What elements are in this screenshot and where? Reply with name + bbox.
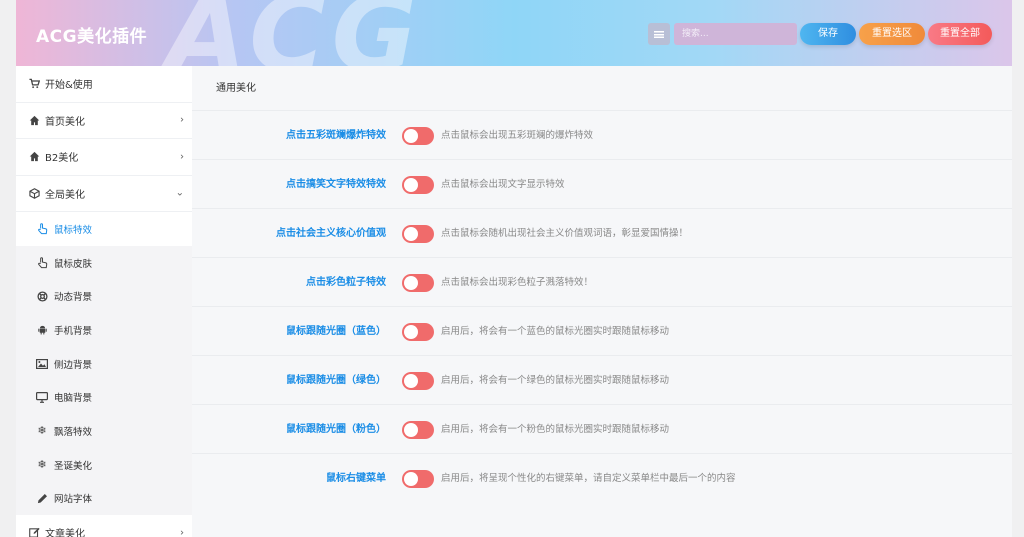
- sidebar-item-b2[interactable]: B2美化 ›: [16, 139, 192, 176]
- brand-title: ACG美化插件: [36, 27, 148, 47]
- sidebar-item-home[interactable]: 首页美化 ›: [16, 103, 192, 139]
- setting-label: 点击彩色粒子特效: [306, 277, 386, 288]
- setting-label: 鼠标跟随光圈（蓝色）: [286, 326, 386, 337]
- setting-label: 鼠标跟随光圈（粉色）: [286, 424, 386, 435]
- setting-row: 点击社会主义核心价值观 点击鼠标会随机出现社会主义价值观词语，彰显爱国情操！: [192, 209, 1012, 258]
- cart-icon: [28, 78, 40, 90]
- android-icon: [36, 324, 48, 336]
- sidebar-subitem-mouse-effects[interactable]: 鼠标特效: [16, 212, 192, 246]
- sidebar-subitem-desktop-bg[interactable]: 电脑背景: [16, 380, 192, 414]
- setting-description: 点击鼠标会出现五彩斑斓的爆炸特效: [441, 130, 594, 141]
- cube-icon: [28, 187, 40, 199]
- sidebar-subitem-label: 圣诞美化: [54, 460, 93, 472]
- setting-description: 启用后，将会有一个蓝色的鼠标光圈实时跟随鼠标移动: [441, 326, 670, 337]
- sidebar-subitem-mobile-bg[interactable]: 手机背景: [16, 313, 192, 347]
- sidebar-subitem-label: 飘落特效: [54, 426, 93, 438]
- sidebar-subitem-dynamic-bg[interactable]: 动态背景: [16, 279, 192, 313]
- setting-toggle[interactable]: [402, 225, 434, 243]
- setting-description: 启用后，将会有一个粉色的鼠标光圈实时跟随鼠标移动: [441, 424, 670, 435]
- pointer-hand-icon: [36, 256, 48, 269]
- setting-toggle[interactable]: [402, 372, 434, 390]
- search-input[interactable]: [674, 23, 797, 45]
- sidebar-subitem-label: 手机背景: [54, 325, 93, 337]
- home-icon: [28, 151, 40, 163]
- sidebar-item-global[interactable]: 全局美化 ⌄: [16, 176, 192, 212]
- pencil-icon: [36, 492, 48, 504]
- setting-row: 点击搞笑文字特效特效 点击鼠标会出现文字显示特效: [192, 160, 1012, 209]
- lifebuoy-icon: [36, 290, 48, 302]
- setting-description: 点击鼠标会出现彩色粒子溅落特效！: [441, 277, 594, 288]
- setting-row: 鼠标跟随光圈（绿色） 启用后，将会有一个绿色的鼠标光圈实时跟随鼠标移动: [192, 356, 1012, 405]
- sidebar-subitem-side-bg[interactable]: 侧边背景: [16, 347, 192, 381]
- image-icon: [36, 358, 48, 370]
- setting-toggle[interactable]: [402, 470, 434, 488]
- sidebar-subitem-font[interactable]: 网站字体: [16, 482, 192, 516]
- setting-row: 鼠标跟随光圈（蓝色） 启用后，将会有一个蓝色的鼠标光圈实时跟随鼠标移动: [192, 307, 1012, 356]
- setting-label: 鼠标跟随光圈（绿色）: [286, 375, 386, 386]
- sidebar-item-label: 全局美化: [45, 189, 85, 201]
- setting-toggle[interactable]: [402, 421, 434, 439]
- header-watermark: ACG: [166, 0, 423, 66]
- setting-description: 点击鼠标会出现文字显示特效: [441, 179, 565, 190]
- setting-description: 启用后，将呈现个性化的右键菜单，请自定义菜单栏中最后一个的内容: [441, 473, 736, 484]
- setting-toggle[interactable]: [402, 176, 434, 194]
- sidebar-subitem-christmas[interactable]: ❄ 圣诞美化: [16, 448, 192, 482]
- setting-row: 鼠标右键菜单 启用后，将呈现个性化的右键菜单，请自定义菜单栏中最后一个的内容: [192, 454, 1012, 503]
- sidebar-subitem-label: 侧边背景: [54, 359, 93, 371]
- sidebar-subitem-label: 鼠标特效: [54, 224, 93, 236]
- chevron-down-icon: ⌄: [175, 187, 184, 199]
- setting-label: 点击搞笑文字特效特效: [286, 179, 386, 190]
- main-content: 通用美化 点击五彩斑斓爆炸特效 点击鼠标会出现五彩斑斓的爆炸特效 点击搞笑文字特…: [192, 66, 1012, 537]
- sidebar-subitem-label: 鼠标皮肤: [54, 258, 93, 270]
- sidebar-subitem-falling[interactable]: ❄ 飘落特效: [16, 414, 192, 448]
- sidebar-item-label: B2美化: [45, 153, 79, 165]
- pointer-hand-icon: [36, 223, 48, 235]
- sidebar-subitem-label: 电脑背景: [54, 393, 93, 405]
- setting-description: 点击鼠标会随机出现社会主义价值观词语，彰显爱国情操！: [441, 228, 689, 239]
- sidebar-subitem-mouse-skin[interactable]: 鼠标皮肤: [16, 246, 192, 280]
- reset-section-button[interactable]: 重置选区: [859, 23, 925, 45]
- chevron-right-icon: ›: [180, 151, 184, 163]
- sidebar-submenu: 鼠标特效 鼠标皮肤 动态背景 手机背景 侧边背景 电脑背景 ❄ 飘落特效 ❄ 圣…: [16, 212, 192, 516]
- setting-row: 鼠标跟随光圈（粉色） 启用后，将会有一个粉色的鼠标光圈实时跟随鼠标移动: [192, 405, 1012, 454]
- sidebar-item-label: 首页美化: [45, 116, 85, 128]
- sidebar-item-article[interactable]: 文章美化 ›: [16, 515, 192, 537]
- save-button[interactable]: 保存: [800, 23, 856, 45]
- section-title: 通用美化: [192, 66, 1012, 111]
- snowflake-icon: ❄: [37, 458, 47, 472]
- setting-row: 点击彩色粒子特效 点击鼠标会出现彩色粒子溅落特效！: [192, 258, 1012, 307]
- setting-row: 点击五彩斑斓爆炸特效 点击鼠标会出现五彩斑斓的爆炸特效: [192, 111, 1012, 160]
- menu-icon: [654, 30, 664, 38]
- sidebar-item-label: 开始&使用: [45, 80, 93, 92]
- home-icon: [28, 114, 40, 126]
- sidebar-item-start[interactable]: 开始&使用: [16, 66, 192, 103]
- chevron-right-icon: ›: [180, 114, 184, 126]
- setting-label: 点击五彩斑斓爆炸特效: [286, 130, 386, 141]
- settings-panel: ACG ACG美化插件 保存 重置选区 重置全部 开始&使用 首页美化 › B2…: [16, 0, 1012, 537]
- header-bar: ACG ACG美化插件 保存 重置选区 重置全部: [16, 0, 1012, 66]
- setting-toggle[interactable]: [402, 127, 434, 145]
- snowflake-icon: ❄: [37, 424, 47, 438]
- setting-toggle[interactable]: [402, 274, 434, 292]
- setting-label: 鼠标右键菜单: [326, 473, 386, 484]
- reset-all-button[interactable]: 重置全部: [928, 23, 992, 45]
- monitor-icon: [36, 391, 48, 403]
- sidebar-subitem-label: 动态背景: [54, 292, 93, 304]
- edit-icon: [28, 527, 40, 537]
- sidebar: 开始&使用 首页美化 › B2美化 › 全局美化 ⌄ 鼠标特效 鼠标皮肤 动态背…: [16, 66, 192, 537]
- setting-description: 启用后，将会有一个绿色的鼠标光圈实时跟随鼠标移动: [441, 375, 670, 386]
- menu-toggle-button[interactable]: [648, 23, 670, 45]
- chevron-right-icon: ›: [180, 527, 184, 537]
- setting-toggle[interactable]: [402, 323, 434, 341]
- sidebar-subitem-label: 网站字体: [54, 494, 93, 506]
- sidebar-item-label: 文章美化: [45, 529, 85, 537]
- setting-label: 点击社会主义核心价值观: [276, 228, 386, 239]
